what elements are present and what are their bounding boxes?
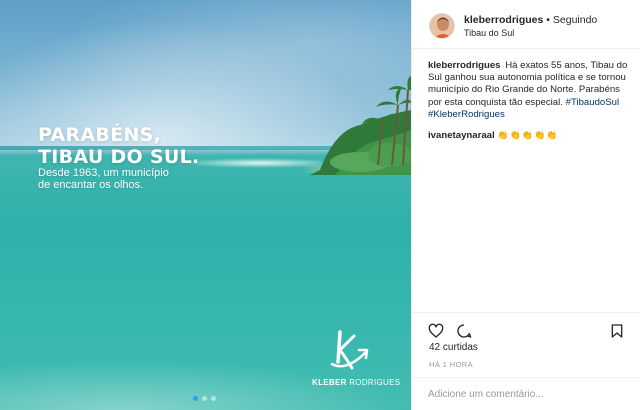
subline-line-2: de encantar os olhos. [38, 179, 144, 191]
subline-line-1: Desde 1963, um município [38, 167, 169, 179]
carousel-dot [202, 396, 207, 401]
post-header: kleberrodrigues • Seguindo Tibau do Sul [412, 0, 640, 49]
location-link[interactable]: Tibau do Sul [464, 28, 514, 38]
brand-name-bold: KLEBER [312, 378, 347, 387]
brand-name: KLEBER RODRIGUES [312, 378, 400, 387]
header-user-line: kleberrodrigues • Seguindo [464, 14, 597, 26]
header-separator: • [543, 14, 553, 26]
post-headline: PARABÉNS, TIBAU DO SUL. [38, 124, 200, 168]
caption-username[interactable]: kleberrodrigues [428, 60, 501, 71]
comment-username[interactable]: ivanetaynaraal [428, 130, 495, 141]
post-details-panel: kleberrodrigues • Seguindo Tibau do Sul … [411, 0, 640, 410]
carousel-indicator [193, 396, 216, 401]
headline-line-2: TIBAU DO SUL. [38, 146, 200, 168]
comments-section: kleberrodrigues Há exatos 55 anos, Tibau… [428, 60, 634, 142]
brand-name-rest: RODRIGUES [346, 378, 401, 387]
likes-count[interactable]: 42 curtidas [429, 342, 478, 353]
headline-line-1: PARABÉNS, [38, 124, 162, 146]
carousel-dot-active [193, 396, 198, 401]
bookmark-icon[interactable] [609, 323, 625, 339]
heart-icon[interactable] [428, 323, 444, 339]
avatar[interactable] [429, 13, 455, 39]
comment-icon[interactable] [456, 323, 472, 339]
palm-island [310, 76, 411, 175]
add-comment-input[interactable] [428, 386, 628, 402]
post-image[interactable]: PARABÉNS, TIBAU DO SUL. Desde 1963, um m… [0, 0, 411, 410]
avatar-portrait [430, 14, 454, 38]
carousel-dot [211, 396, 216, 401]
kleber-rodrigues-logo [330, 330, 369, 370]
comment-item: ivanetaynaraal 👏👏👏👏👏 [428, 129, 634, 142]
post-timestamp: HÁ 1 HORA [429, 360, 474, 369]
add-comment-bar [412, 377, 640, 410]
comment-text: 👏👏👏👏👏 [497, 130, 559, 141]
caption: kleberrodrigues Há exatos 55 anos, Tibau… [428, 60, 634, 121]
following-button[interactable]: Seguindo [553, 14, 597, 26]
header-username[interactable]: kleberrodrigues [464, 14, 543, 26]
post-subline: Desde 1963, um município de encantar os … [38, 167, 169, 191]
